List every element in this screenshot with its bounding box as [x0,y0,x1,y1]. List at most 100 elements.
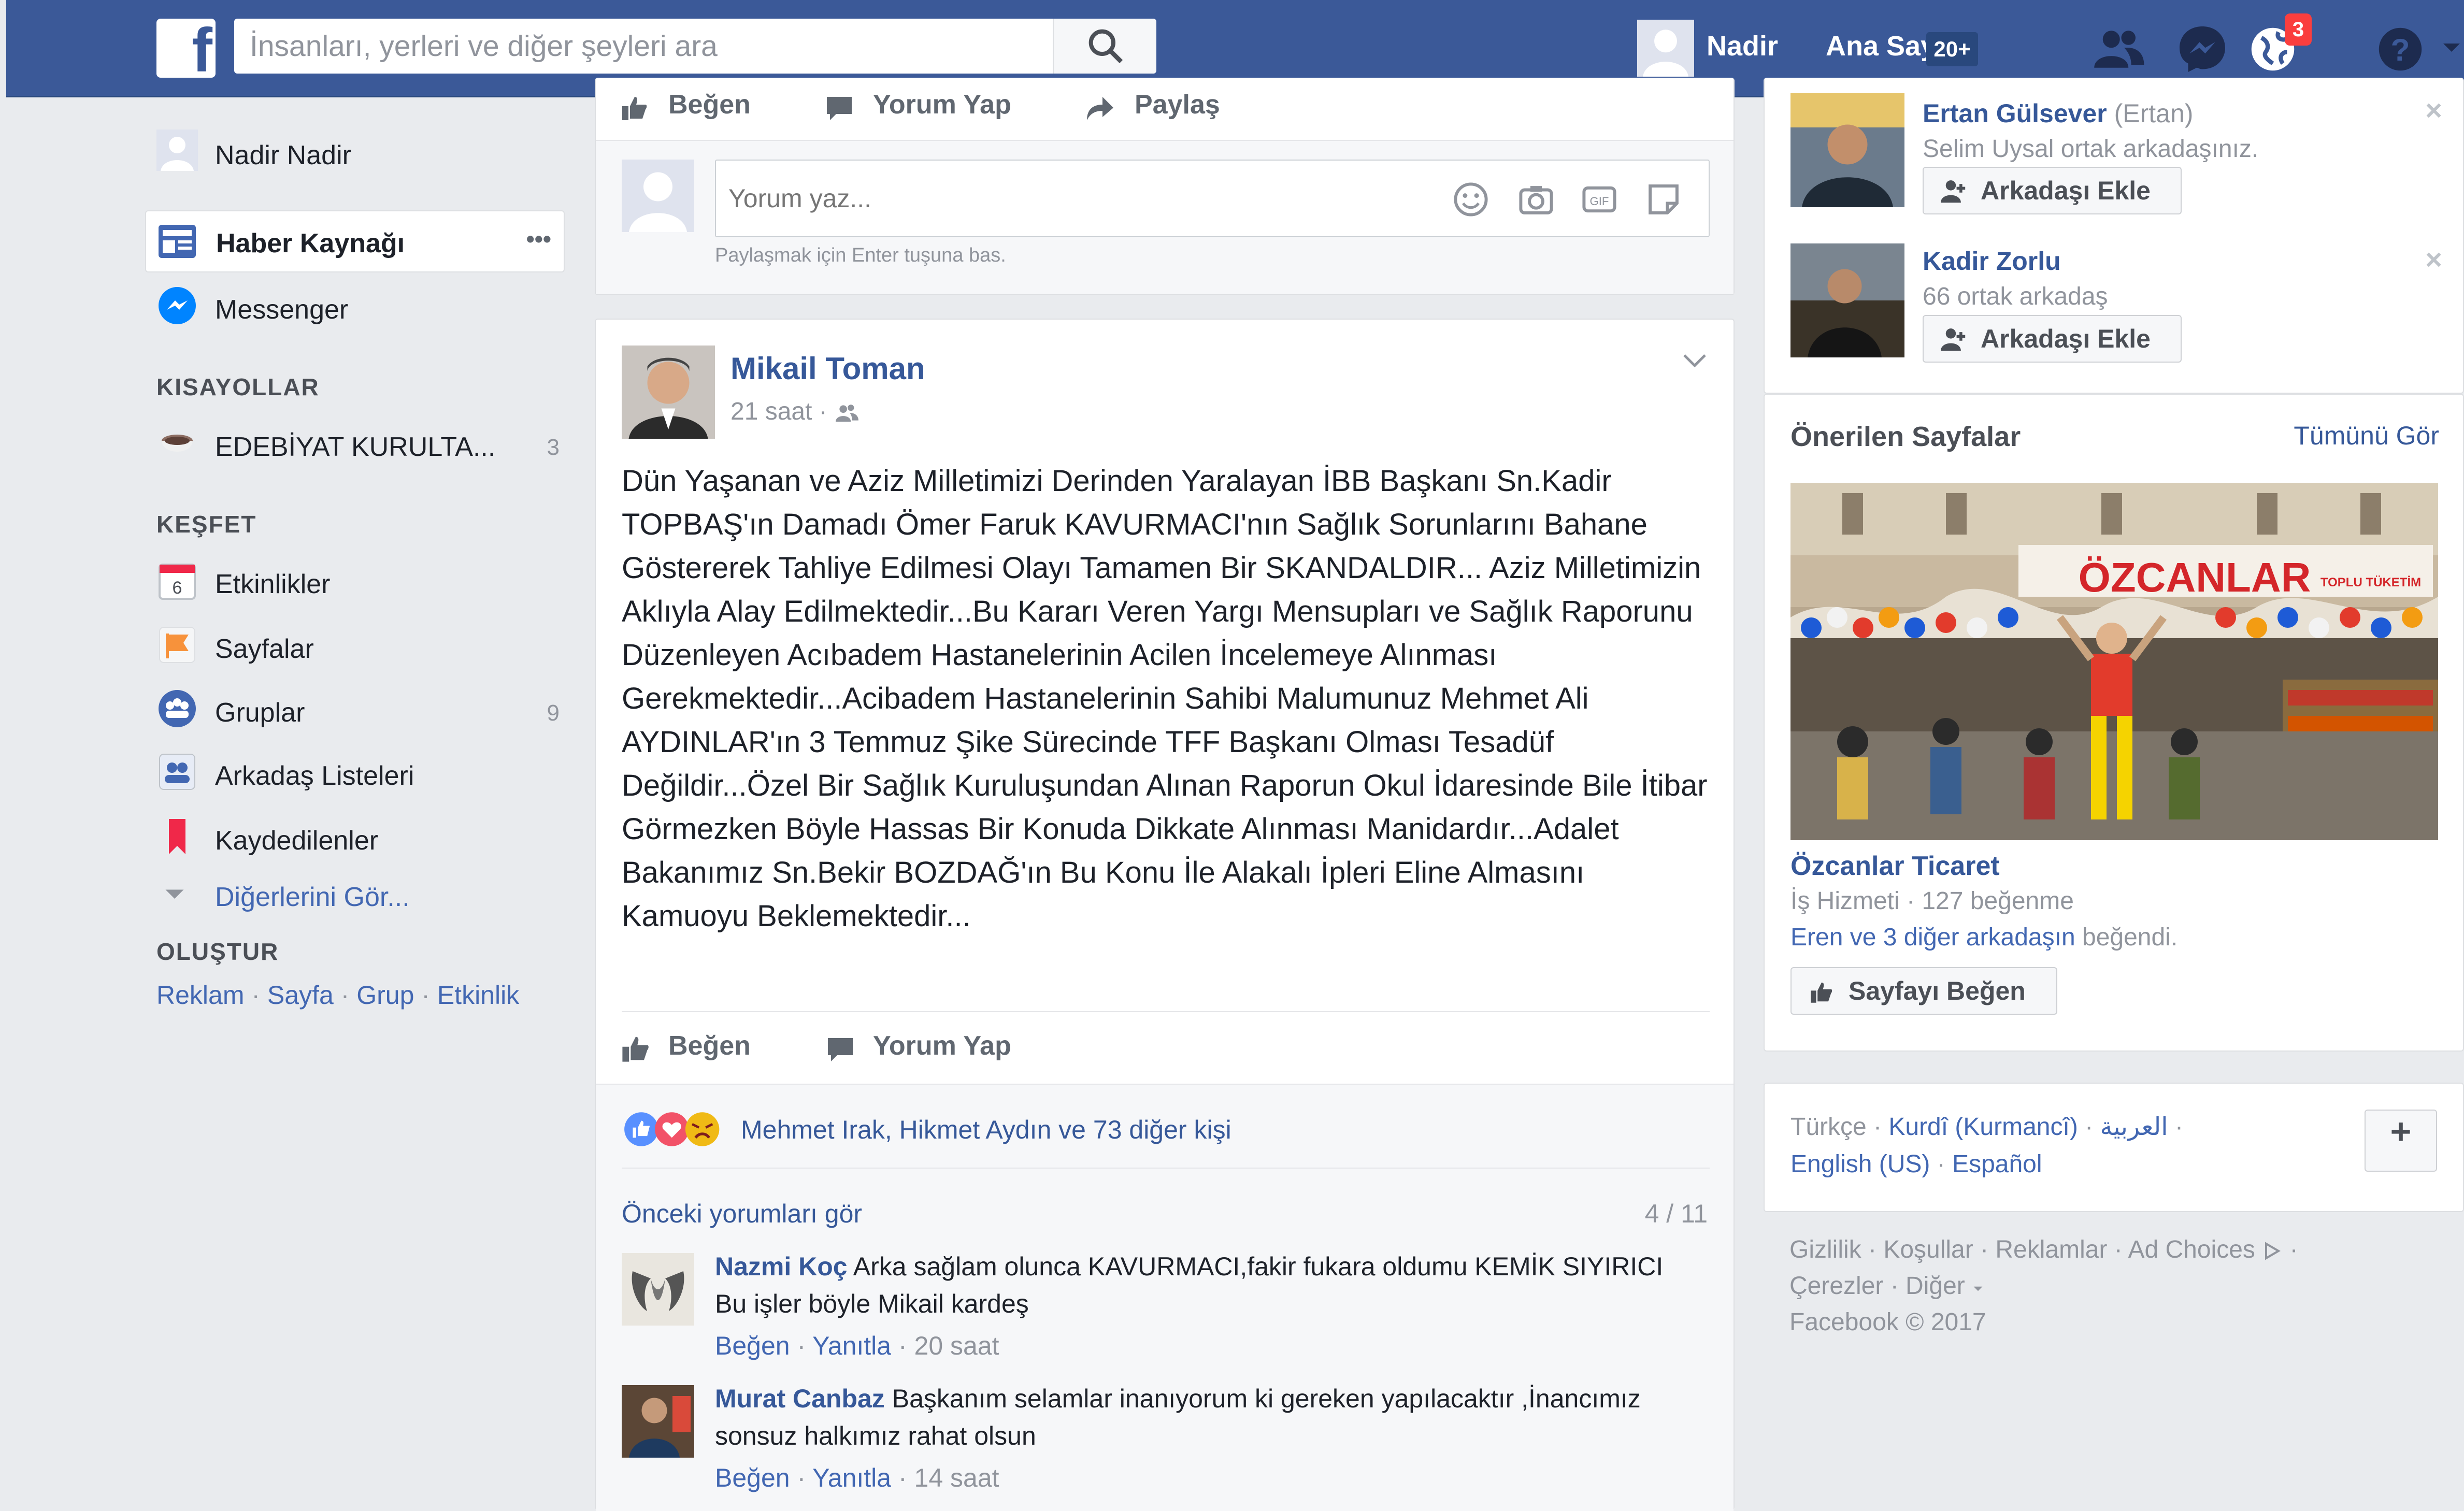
author-avatar[interactable] [622,346,715,439]
divider [622,1168,1710,1169]
search-button[interactable] [1053,19,1156,74]
comment-input[interactable] [716,161,1441,236]
close-icon[interactable]: × [2425,93,2442,127]
add-language-button[interactable]: + [2365,1110,2437,1172]
footer-links-2[interactable]: Çerezler · Diğer [1789,1268,2298,1304]
share-icon [1087,97,1113,120]
language-line-2: English (US) · Español [1790,1150,2042,1178]
comment-time[interactable]: 14 saat [914,1463,999,1492]
prev-comment-button[interactable]: Yorum Yap [873,89,1011,120]
suggestion-avatar[interactable] [1790,243,1904,357]
news-feed-icon [159,225,196,258]
emoji-icon[interactable] [1452,180,1490,219]
comment-avatar[interactable] [622,1253,694,1326]
prev-share-button[interactable]: Paylaş [1135,89,1220,120]
post-options-chevron-icon[interactable] [1682,351,1708,371]
suggestion-name[interactable]: Kadir Zorlu [1923,246,2061,276]
page-cover-image[interactable]: ÖZCANLAR TOPLU TÜKETİM [1790,483,2438,840]
add-friend-button[interactable]: Arkadaşı Ekle [1923,315,2182,363]
reaction-icons[interactable] [622,1111,725,1150]
comment-reply-link[interactable]: Yanıtla [812,1331,891,1360]
nav-groups-label: Gruplar [215,698,305,728]
post-time-text[interactable]: 21 saat · [730,398,827,425]
suggestion-avatar[interactable] [1790,93,1904,207]
view-previous-comments[interactable]: Önceki yorumları gör [622,1199,862,1229]
comment-author[interactable]: Murat Canbaz [715,1384,885,1413]
bookmark-icon [169,819,185,854]
comment-meta: Beğen · Yanıtla · 14 saat [715,1463,999,1492]
comment-time[interactable]: 20 saat [914,1331,999,1360]
page-friends-line: Eren ve 3 diğer arkadaşın beğendi. [1790,923,2178,952]
comment-like-link[interactable]: Beğen [715,1463,790,1492]
header-avatar[interactable] [1637,20,1694,77]
lang-english[interactable]: English (US) [1790,1150,1930,1178]
page-name[interactable]: Özcanlar Ticaret [1790,851,2000,882]
suggested-pages: Önerilen Sayfalar Tümünü Gör ÖZCANLAR TO… [1764,394,2464,1052]
lang-arabic[interactable]: العربية [2100,1113,2168,1141]
like-page-button[interactable]: Sayfayı Beğen [1790,967,2057,1015]
header-user-name[interactable]: Nadir [1707,30,1778,62]
nav-profile[interactable]: Nadir Nadir [150,124,570,181]
sticker-icon[interactable] [1644,180,1683,219]
comment-item: Murat Canbaz Başkanım selamlar inanıyoru… [596,1380,1730,1504]
nav-profile-label: Nadir Nadir [215,140,351,170]
lang-spanish[interactable]: Español [1952,1150,2042,1178]
create-ad-link[interactable]: Reklam [156,981,244,1010]
author-name[interactable]: Mikail Toman [730,351,925,386]
calendar-day: 6 [173,578,182,598]
comment-meta: Beğen · Yanıtla · 20 saat [715,1331,999,1360]
nav-messenger[interactable]: Messenger [150,280,570,337]
lang-kurdish[interactable]: Kurdî (Kurmancî) [1888,1113,2078,1141]
create-event-link[interactable]: Etkinlik [437,981,519,1010]
messenger-icon[interactable] [2174,21,2231,78]
help-icon[interactable]: ? [2372,21,2429,78]
see-all-link[interactable]: Tümünü Gör [2294,421,2439,451]
nav-groups-count: 9 [547,700,560,726]
create-group-link[interactable]: Grup [356,981,414,1010]
comment-like-link[interactable]: Beğen [715,1331,790,1360]
nav-friend-lists[interactable]: Arkadaş Listeleri [150,746,570,803]
comment-author[interactable]: Nazmi Koç [715,1252,848,1281]
comment-button[interactable]: Yorum Yap [873,1030,1011,1061]
suggestion-name[interactable]: Ertan Gülsever [1923,99,2107,128]
suggestion-alt-name: (Ertan) [2114,99,2194,128]
comment-reply-link[interactable]: Yanıtla [812,1463,891,1492]
nav-friend-lists-label: Arkadaş Listeleri [215,761,414,791]
comment-avatar[interactable] [622,1385,694,1458]
nav-news-feed[interactable]: Haber Kaynağı ••• [145,210,565,272]
camera-icon[interactable] [1517,180,1555,219]
lang-current: Türkçe [1790,1113,1867,1141]
friends-audience-icon[interactable] [834,401,860,424]
search-input[interactable] [234,19,1151,74]
facebook-logo[interactable]: f [156,16,216,85]
nav-news-feed-label: Haber Kaynağı [216,228,405,258]
like-button[interactable]: Beğen [668,1030,751,1061]
friend-list-icon [159,754,195,790]
nav-pages[interactable]: Sayfalar [150,619,570,676]
add-friend-label: Arkadaşı Ekle [1981,324,2151,353]
nav-messenger-label: Messenger [215,295,349,325]
add-friend-label: Arkadaşı Ekle [1981,176,2151,205]
create-page-link[interactable]: Sayfa [267,981,334,1010]
search-icon [1088,29,1123,64]
notification-badge: 3 [2285,13,2312,46]
gif-icon[interactable]: GIF [1580,180,1618,219]
dropdown-icon[interactable] [2441,40,2462,56]
ad-choices-icon[interactable] [2262,1241,2283,1261]
messenger-icon [159,287,196,324]
nav-see-more[interactable]: Diğerlerini Gör... [150,870,570,927]
nav-events[interactable]: 6 Etkinlikler [150,554,570,611]
reactions-summary[interactable]: Mehmet Irak, Hikmet Aydın ve 73 diğer ki… [741,1115,1231,1145]
close-icon[interactable]: × [2425,242,2442,276]
nav-saved[interactable]: Kaydedilenler [150,811,570,868]
facebook-logo-letter: f [192,16,212,85]
nav-shortcut-edebiyat[interactable]: EDEBİYAT KURULTA... 3 [150,417,570,474]
friends-icon[interactable] [2090,21,2147,78]
add-friend-button[interactable]: Arkadaşı Ekle [1923,167,2182,214]
more-options-icon[interactable]: ••• [526,225,551,253]
footer-links-1[interactable]: Gizlilik · Koşullar · Reklamlar · Ad Cho… [1789,1232,2298,1268]
nav-groups[interactable]: Gruplar 9 [150,683,570,740]
page-friends-link[interactable]: Eren ve 3 diğer arkadaşın [1790,924,2075,951]
flag-icon [159,627,195,663]
prev-like-button[interactable]: Beğen [668,89,751,120]
